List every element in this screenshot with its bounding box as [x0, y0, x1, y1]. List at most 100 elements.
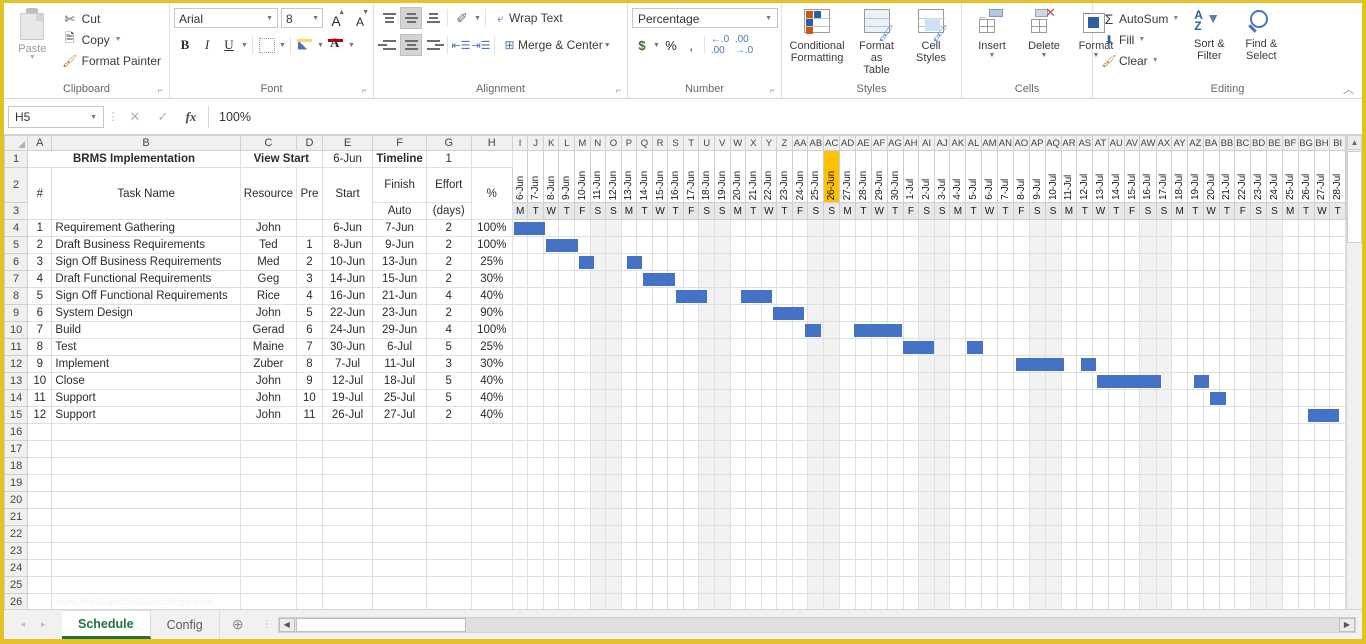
- timeline-date-11-Jul[interactable]: 11-Jul: [1061, 151, 1077, 203]
- gantt-cell[interactable]: [1077, 390, 1093, 407]
- scroll-left-button[interactable]: ◀: [279, 618, 295, 632]
- gantt-cell[interactable]: [1203, 288, 1219, 305]
- gantt-cell[interactable]: [1108, 543, 1124, 560]
- gantt-cell[interactable]: [856, 254, 872, 271]
- gantt-cell[interactable]: [559, 407, 575, 424]
- gantt-cell[interactable]: [1029, 441, 1045, 458]
- gantt-cell[interactable]: [1156, 237, 1172, 254]
- gantt-cell[interactable]: [1093, 577, 1109, 594]
- gantt-cell[interactable]: [590, 560, 606, 577]
- empty-cell[interactable]: [471, 475, 512, 492]
- gantt-cell[interactable]: [683, 543, 699, 560]
- gantt-cell[interactable]: [1077, 577, 1093, 594]
- gantt-cell[interactable]: [856, 509, 872, 526]
- column-header-BC[interactable]: BC: [1235, 136, 1251, 151]
- gantt-cell[interactable]: [856, 339, 872, 356]
- gantt-cell[interactable]: [871, 339, 887, 356]
- task-pre[interactable]: 3: [297, 271, 323, 288]
- gantt-cell[interactable]: [512, 305, 528, 322]
- gantt-cell[interactable]: [950, 475, 966, 492]
- gantt-cell[interactable]: [746, 492, 762, 509]
- merge-center-button[interactable]: ⊞ Merge & Center ▼: [498, 34, 615, 56]
- gantt-cell[interactable]: [1108, 424, 1124, 441]
- gantt-cell[interactable]: [746, 577, 762, 594]
- empty-cell[interactable]: [426, 509, 471, 526]
- gantt-cell[interactable]: [746, 560, 762, 577]
- empty-cell[interactable]: [240, 560, 296, 577]
- gantt-cell[interactable]: [606, 441, 622, 458]
- gantt-cell[interactable]: [934, 407, 950, 424]
- gantt-cell[interactable]: [1077, 475, 1093, 492]
- gantt-cell[interactable]: [1188, 254, 1204, 271]
- gantt-cell[interactable]: [1013, 543, 1029, 560]
- gantt-cell[interactable]: [919, 577, 935, 594]
- fill-button[interactable]: ⬇ Fill ▼: [1097, 29, 1183, 50]
- gantt-cell[interactable]: [714, 424, 730, 441]
- gantt-cell[interactable]: [887, 526, 903, 543]
- chevron-down-icon[interactable]: ▼: [473, 15, 482, 22]
- gantt-cell[interactable]: [777, 254, 793, 271]
- gantt-cell[interactable]: [1219, 237, 1235, 254]
- timeline-date-25-Jul[interactable]: 25-Jul: [1282, 151, 1298, 203]
- row-header-16[interactable]: 16: [5, 424, 28, 441]
- row-header-2[interactable]: 2: [5, 168, 28, 203]
- gantt-cell[interactable]: [575, 577, 591, 594]
- gantt-cell[interactable]: [761, 356, 777, 373]
- gantt-cell[interactable]: [559, 458, 575, 475]
- empty-cell[interactable]: [28, 492, 52, 509]
- task-percent[interactable]: 30%: [471, 271, 512, 288]
- gantt-cell[interactable]: [808, 492, 824, 509]
- gantt-cell[interactable]: [1093, 594, 1109, 610]
- timeline-date-30-Jun[interactable]: 30-Jun: [887, 151, 903, 203]
- empty-cell[interactable]: [373, 543, 426, 560]
- task-finish[interactable]: 6-Jul: [373, 339, 426, 356]
- gantt-cell[interactable]: [559, 441, 575, 458]
- gantt-cell[interactable]: [699, 577, 715, 594]
- gantt-cell[interactable]: [699, 390, 715, 407]
- timeline-date-26-Jul[interactable]: 26-Jul: [1298, 151, 1314, 203]
- task-num[interactable]: 10: [28, 373, 52, 390]
- column-header-BB[interactable]: BB: [1219, 136, 1235, 151]
- gantt-cell[interactable]: [1124, 509, 1140, 526]
- gantt-cell[interactable]: [903, 492, 919, 509]
- gantt-cell[interactable]: [1061, 475, 1077, 492]
- gantt-cell[interactable]: [1219, 424, 1235, 441]
- task-percent[interactable]: 100%: [471, 322, 512, 339]
- cut-button[interactable]: ✄ Cut: [57, 8, 165, 29]
- gantt-cell[interactable]: [1156, 339, 1172, 356]
- gantt-cell[interactable]: [903, 543, 919, 560]
- gantt-cell[interactable]: [1235, 373, 1251, 390]
- empty-cell[interactable]: [322, 458, 373, 475]
- gantt-cell[interactable]: [1045, 509, 1061, 526]
- gantt-cell[interactable]: [1124, 577, 1140, 594]
- task-finish[interactable]: 27-Jul: [373, 407, 426, 424]
- gantt-cell[interactable]: [856, 475, 872, 492]
- gantt-cell[interactable]: [1203, 339, 1219, 356]
- gantt-cell[interactable]: [1124, 594, 1140, 610]
- gantt-cell[interactable]: [1140, 237, 1156, 254]
- task-start[interactable]: 26-Jul: [322, 407, 373, 424]
- gantt-cell[interactable]: [652, 594, 668, 610]
- gantt-cell[interactable]: [652, 543, 668, 560]
- gantt-cell[interactable]: [714, 441, 730, 458]
- gantt-cell[interactable]: [1013, 288, 1029, 305]
- gantt-cell[interactable]: [730, 424, 746, 441]
- gantt-cell[interactable]: [1156, 220, 1172, 237]
- gantt-cell[interactable]: [668, 356, 684, 373]
- gantt-cell[interactable]: [652, 492, 668, 509]
- column-header-Y[interactable]: Y: [761, 136, 777, 151]
- gantt-cell[interactable]: [543, 594, 559, 610]
- gantt-cell[interactable]: [1251, 254, 1267, 271]
- timeline-date-20-Jul[interactable]: 20-Jul: [1203, 151, 1219, 203]
- gantt-cell[interactable]: [1077, 305, 1093, 322]
- gantt-bar[interactable]: [1210, 392, 1225, 405]
- gantt-cell[interactable]: [1172, 424, 1188, 441]
- gantt-cell[interactable]: [950, 543, 966, 560]
- gantt-cell[interactable]: [746, 441, 762, 458]
- gantt-cell[interactable]: [808, 356, 824, 373]
- gantt-cell[interactable]: [1314, 322, 1330, 339]
- gantt-cell[interactable]: [590, 424, 606, 441]
- gantt-cell[interactable]: [621, 594, 637, 610]
- gantt-cell[interactable]: [1203, 407, 1219, 424]
- gantt-cell[interactable]: [1314, 560, 1330, 577]
